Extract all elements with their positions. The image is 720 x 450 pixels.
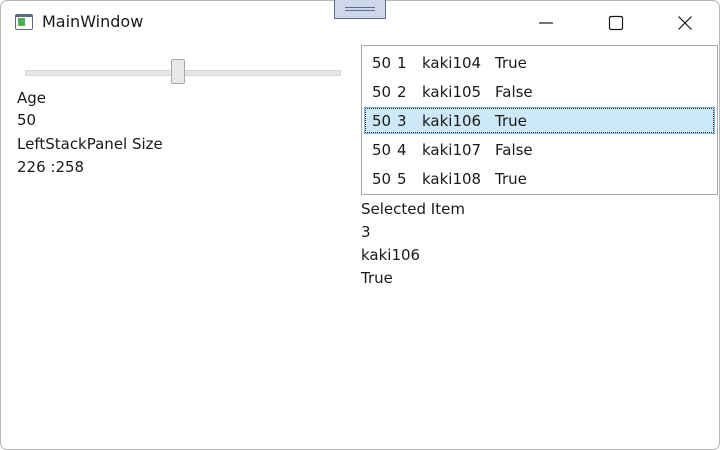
title-bar[interactable]: MainWindow bbox=[1, 0, 719, 45]
people-listbox[interactable]: 50 1 kaki104 True 50 2 kaki105 False 50 … bbox=[361, 45, 718, 195]
item-name: kaki104 bbox=[422, 54, 482, 72]
list-item[interactable]: 50 2 kaki105 False bbox=[364, 78, 715, 105]
age-value: 50 bbox=[17, 111, 37, 129]
item-id: 1 bbox=[397, 54, 407, 72]
maximize-button[interactable] bbox=[593, 7, 639, 39]
selected-item-flag: True bbox=[361, 269, 393, 287]
selected-item-id: 3 bbox=[361, 223, 371, 241]
item-flag: False bbox=[495, 141, 533, 159]
minimize-icon bbox=[539, 22, 553, 24]
close-button[interactable] bbox=[662, 7, 708, 39]
item-name: kaki108 bbox=[422, 170, 482, 188]
main-window: MainWindow Age 50 LeftStackPanel Size 22… bbox=[0, 0, 720, 450]
list-item[interactable]: 50 1 kaki104 True bbox=[364, 49, 715, 76]
age-label: Age bbox=[17, 89, 47, 107]
item-id: 3 bbox=[397, 112, 407, 130]
item-name: kaki106 bbox=[422, 112, 482, 130]
item-age: 50 bbox=[372, 83, 392, 101]
drag-grip-icon[interactable] bbox=[334, 0, 386, 19]
selected-item-name: kaki106 bbox=[361, 246, 421, 264]
close-icon bbox=[678, 16, 692, 30]
item-flag: False bbox=[495, 83, 533, 101]
item-flag: True bbox=[495, 54, 527, 72]
window-title: MainWindow bbox=[42, 12, 144, 31]
item-name: kaki105 bbox=[422, 83, 482, 101]
list-item[interactable]: 50 4 kaki107 False bbox=[364, 136, 715, 163]
maximize-icon bbox=[608, 15, 624, 31]
item-age: 50 bbox=[372, 54, 392, 72]
panel-size-value: 226 :258 bbox=[17, 158, 85, 176]
item-id: 4 bbox=[397, 141, 407, 159]
list-item-selected[interactable]: 50 3 kaki106 True bbox=[364, 107, 715, 134]
item-name: kaki107 bbox=[422, 141, 482, 159]
selected-item-heading: Selected Item bbox=[361, 200, 465, 218]
list-item[interactable]: 50 5 kaki108 True bbox=[364, 165, 715, 192]
item-age: 50 bbox=[372, 141, 392, 159]
age-slider-thumb[interactable] bbox=[171, 59, 185, 84]
panel-size-label: LeftStackPanel Size bbox=[17, 135, 163, 153]
item-flag: True bbox=[495, 112, 527, 130]
item-flag: True bbox=[495, 170, 527, 188]
app-window-icon bbox=[15, 14, 33, 30]
item-age: 50 bbox=[372, 112, 392, 130]
item-age: 50 bbox=[372, 170, 392, 188]
item-id: 5 bbox=[397, 170, 407, 188]
minimize-button[interactable] bbox=[523, 7, 569, 39]
item-id: 2 bbox=[397, 83, 407, 101]
